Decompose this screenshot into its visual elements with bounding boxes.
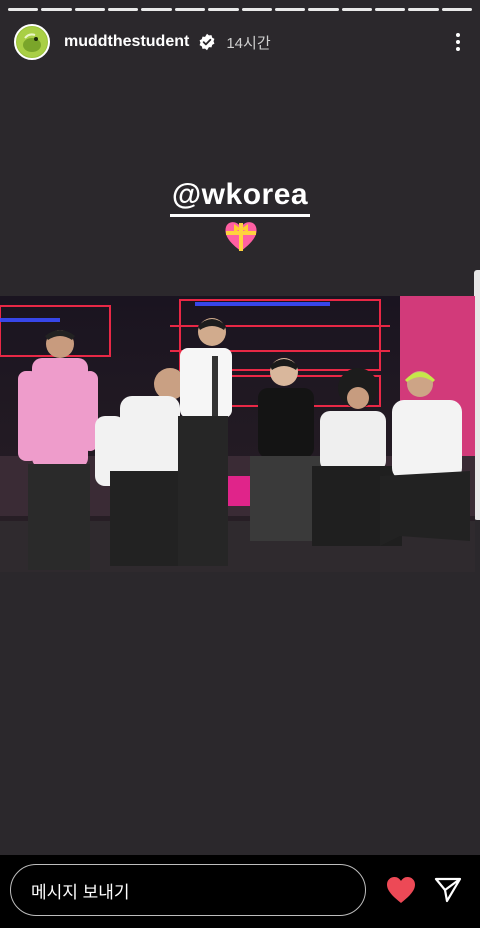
avatar-icon [17, 27, 47, 57]
mention-text[interactable]: @wkorea [169, 178, 311, 217]
progress-segment [341, 8, 372, 11]
progress-segment [74, 8, 106, 11]
post-time: 14시간 [226, 34, 271, 52]
progress-segment [108, 8, 139, 11]
heart-icon[interactable] [386, 876, 416, 904]
send-message-input[interactable]: 메시지 보내기 [10, 864, 366, 916]
progress-segment [8, 8, 39, 11]
story-viewer[interactable]: muddthestudent 14시간 @wkorea [0, 0, 480, 855]
progress-segment [308, 8, 339, 11]
progress-segment [41, 8, 72, 11]
progress-segment [274, 8, 306, 11]
story-photo [0, 296, 475, 572]
progress-segment [241, 8, 272, 11]
story-progress-bar [8, 8, 473, 11]
stage-photo-illustration [0, 296, 475, 572]
progress-segment [374, 8, 406, 11]
progress-segment [174, 8, 206, 11]
progress-segment [208, 8, 239, 11]
username[interactable]: muddthestudent [64, 33, 189, 51]
progress-segment [408, 8, 439, 11]
story-header: muddthestudent 14시간 [14, 22, 466, 62]
progress-segment [441, 8, 473, 11]
verified-badge-icon [199, 33, 215, 51]
progress-segment [141, 8, 172, 11]
mention-sticker[interactable]: @wkorea [0, 178, 480, 217]
heart-ribbon-emoji-icon [225, 222, 257, 251]
profile-avatar[interactable] [14, 24, 50, 60]
story-reply-bar: 메시지 보내기 [0, 855, 480, 928]
message-placeholder: 메시지 보내기 [31, 882, 130, 902]
more-options-icon[interactable] [450, 30, 466, 54]
paper-plane-icon[interactable] [434, 877, 462, 903]
